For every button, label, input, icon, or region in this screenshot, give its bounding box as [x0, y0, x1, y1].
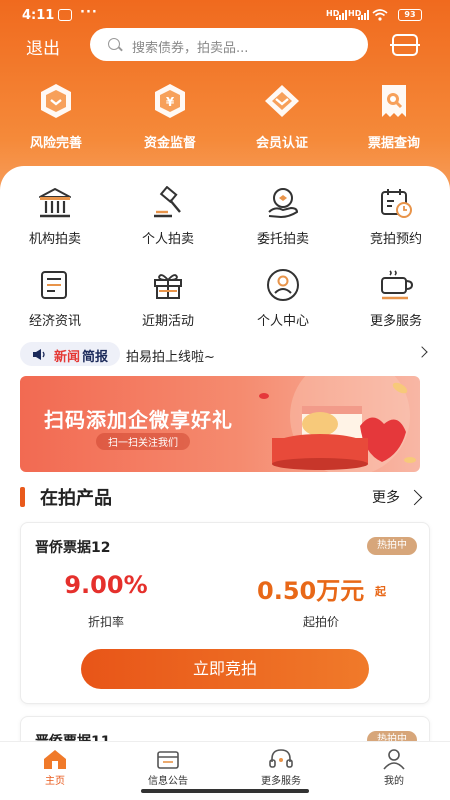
tab-announcements[interactable]: 信息公告 [123, 748, 213, 787]
app-notification-icon [58, 9, 72, 21]
main-content-card [0, 166, 450, 800]
news-icon [41, 271, 67, 299]
user-icon [267, 269, 299, 301]
tab-label: 我的 [384, 776, 404, 787]
quick-link-risk[interactable]: 风险完善 [6, 82, 106, 151]
home-indicator[interactable] [141, 789, 309, 793]
service-personal-center[interactable]: 个人中心 [233, 268, 333, 329]
diamond-icon [265, 85, 299, 117]
yuan-icon: ¥ [155, 84, 185, 118]
status-bar: 4:11 ··· HD HD 93 [0, 0, 450, 30]
speaker-icon [33, 349, 45, 360]
tab-label: 主页 [45, 776, 65, 787]
service-label: 更多服务 [369, 314, 422, 329]
more-notifications-icon: ··· [80, 5, 98, 20]
search-icon [108, 38, 120, 50]
start-price-suffix: 起 [375, 585, 386, 598]
tab-profile[interactable]: 我的 [349, 748, 439, 787]
wifi-icon [372, 9, 388, 21]
quick-link-member[interactable]: 会员认证 [232, 82, 332, 151]
service-institution-auction[interactable]: 机构拍卖 [5, 186, 105, 247]
chevron-right-icon[interactable] [416, 346, 428, 358]
news-tag-part1: 新闻 [54, 350, 81, 365]
promo-banner[interactable]: 扫码添加企微享好礼 扫一扫关注我们 [20, 376, 420, 472]
section-accent-bar [20, 487, 25, 507]
service-personal-auction[interactable]: 个人拍卖 [118, 186, 218, 247]
service-label: 近期活动 [141, 314, 194, 329]
announcement-icon [157, 751, 179, 769]
status-badge: 热拍中 [367, 537, 417, 555]
news-ticker[interactable]: 新闻 简报 拍易拍上线啦~ [20, 342, 430, 366]
battery-icon: 93 [398, 9, 422, 21]
bank-icon [39, 188, 71, 218]
search-placeholder: 搜索债券，拍卖品... [132, 41, 249, 56]
shield-check-icon [41, 84, 71, 118]
discount-rate-label: 折扣率 [87, 615, 124, 629]
coffee-icon [381, 270, 414, 300]
scan-icon[interactable] [390, 34, 420, 56]
gavel-icon [154, 186, 181, 218]
home-icon [44, 750, 66, 769]
quick-link-label: 票据查询 [367, 136, 420, 151]
service-label: 委托拍卖 [256, 232, 309, 247]
section-title: 在拍产品 [40, 488, 112, 509]
profile-icon [383, 749, 405, 770]
quick-link-label: 风险完善 [29, 136, 82, 151]
bid-now-button[interactable]: 立即竞拍 [81, 649, 369, 689]
quick-link-label: 会员认证 [255, 136, 308, 151]
start-price: 0.50万元 [257, 577, 365, 605]
news-headline[interactable]: 拍易拍上线啦~ [126, 346, 215, 365]
quick-link-bill-query[interactable]: 票据查询 [344, 82, 444, 151]
chevron-right-icon[interactable] [406, 489, 423, 506]
service-entrusted-auction[interactable]: 委托拍卖 [233, 186, 333, 247]
service-label: 机构拍卖 [28, 232, 81, 247]
gift-icon [154, 274, 182, 299]
news-tag-part2: 简报 [82, 350, 109, 365]
hand-coin-icon [268, 188, 299, 219]
service-more-services[interactable]: 更多服务 [346, 268, 446, 329]
tab-label: 更多服务 [261, 776, 301, 787]
receipt-search-icon [382, 85, 406, 117]
service-economic-news[interactable]: 经济资讯 [5, 268, 105, 329]
signal-icon [336, 10, 347, 20]
svg-text:¥: ¥ [166, 95, 175, 109]
calendar-clock-icon [381, 189, 412, 218]
status-time: 4:11 [22, 8, 55, 23]
quick-link-fund[interactable]: ¥ 资金监督 [120, 82, 220, 151]
start-price-label: 起拍价 [302, 615, 339, 629]
service-label: 经济资讯 [28, 314, 81, 329]
headset-icon [269, 749, 293, 768]
service-label: 个人拍卖 [141, 232, 194, 247]
banner-title: 扫码添加企微享好礼 [44, 408, 233, 432]
service-recent-events[interactable]: 近期活动 [118, 268, 218, 329]
more-link[interactable]: 更多 [372, 487, 400, 507]
signal-icon-2 [358, 10, 369, 20]
quick-link-label: 资金监督 [143, 136, 196, 151]
tab-label: 信息公告 [148, 776, 188, 787]
product-name: 晋侨票据12 [35, 540, 111, 556]
banner-subtitle: 扫一扫关注我们 [96, 433, 190, 450]
service-label: 竞拍预约 [369, 232, 422, 247]
news-tag: 新闻 简报 [20, 342, 120, 366]
tab-home[interactable]: 主页 [10, 748, 100, 787]
search-input[interactable]: 搜索债券，拍卖品... [90, 28, 368, 61]
service-label: 个人中心 [256, 314, 309, 329]
section-header: 在拍产品 更多 [20, 484, 430, 512]
tab-more-services[interactable]: 更多服务 [236, 748, 326, 787]
logout-button[interactable]: 退出 [26, 34, 60, 59]
product-card[interactable]: 晋侨票据12 热拍中 9.00% 0.50万元 起 折扣率 起拍价 立即竞拍 [20, 522, 430, 704]
discount-rate: 9.00% [64, 571, 148, 599]
service-bid-reservation[interactable]: 竞拍预约 [346, 186, 446, 247]
